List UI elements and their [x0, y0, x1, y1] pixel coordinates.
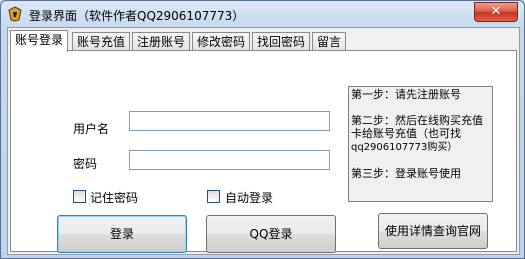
username-input[interactable]	[129, 111, 330, 131]
note-step2: 第二步：然后在线购买充值卡给账号充值（也可找	[351, 114, 483, 140]
note-step3: 第三步：登录账号使用	[351, 167, 461, 180]
client-area: 账号登录 账号充值 注册账号 修改密码 找回密码 留言 用户名 密码 记住密码 …	[7, 27, 520, 255]
remember-password-checkbox[interactable]	[73, 190, 86, 203]
login-button[interactable]: 登录	[57, 215, 187, 253]
instructions-box: 第一步：请先注册账号 第二步：然后在线购买充值卡给账号充值（也可找 qq2906…	[348, 86, 493, 202]
password-input[interactable]	[129, 150, 330, 170]
note-step1: 第一步：请先注册账号	[351, 88, 461, 101]
title-bar[interactable]: 登录界面（软件作者QQ2906107773） ✕	[1, 1, 524, 27]
tab-bar: 账号登录 账号充值 注册账号 修改密码 找回密码 留言	[8, 30, 519, 52]
tab-message[interactable]: 留言	[312, 32, 347, 51]
login-panel: 用户名 密码 记住密码 自动登录 登录 QQ登录 使用详情查询官网 第一步：请先…	[10, 50, 517, 253]
docs-website-button[interactable]: 使用详情查询官网	[378, 213, 488, 249]
login-window: 登录界面（软件作者QQ2906107773） ✕ 账号登录 账号充值 注册账号 …	[0, 0, 525, 259]
tab-account-recharge[interactable]: 账号充值	[72, 32, 131, 51]
remember-password-label: 记住密码	[90, 191, 139, 205]
qq-login-button[interactable]: QQ登录	[206, 215, 336, 253]
tab-account-login[interactable]: 账号登录	[10, 30, 69, 52]
window-title: 登录界面（软件作者QQ2906107773）	[29, 9, 245, 23]
password-label: 密码	[73, 157, 98, 171]
close-button[interactable]: ✕	[474, 2, 518, 22]
tab-recover-password[interactable]: 找回密码	[252, 32, 311, 51]
tab-register[interactable]: 注册账号	[132, 32, 191, 51]
auto-login-checkbox[interactable]	[207, 190, 220, 203]
auto-login-label: 自动登录	[225, 191, 274, 205]
tab-change-password[interactable]: 修改密码	[192, 32, 251, 51]
app-icon	[8, 6, 22, 22]
note-step2-qq: qq2906107773购买）	[351, 142, 458, 153]
username-label: 用户名	[73, 122, 110, 136]
